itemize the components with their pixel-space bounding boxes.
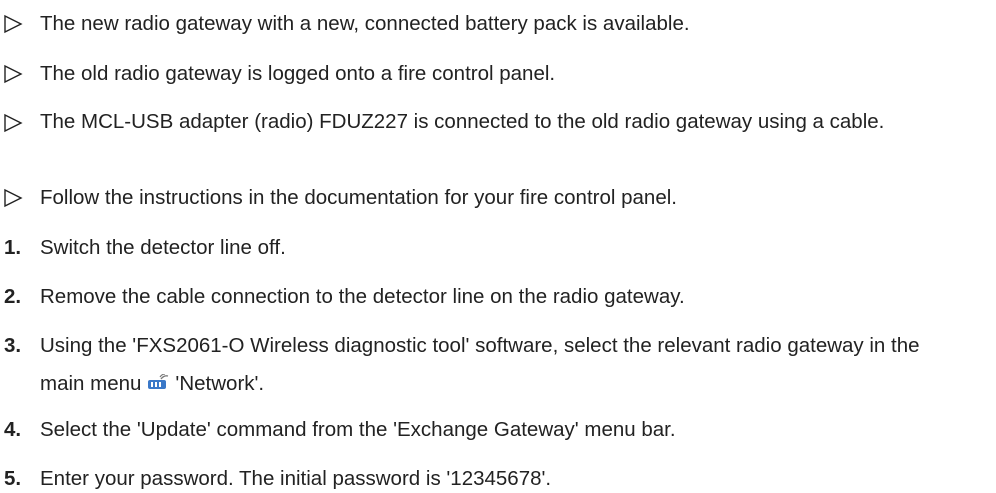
step-item: 4. Select the 'Update' command from the … <box>0 416 996 444</box>
step-number: 2. <box>4 285 22 308</box>
prerequisite-text: The old radio gateway is logged onto a f… <box>40 62 556 85</box>
step-item: 3. Using the 'FXS2061-O Wireless diagnos… <box>0 332 996 408</box>
prerequisite-item: The old radio gateway is logged onto a f… <box>0 60 996 88</box>
step-text: Select the 'Update' command from the 'Ex… <box>40 418 676 441</box>
step-item: 5. Enter your password. The initial pass… <box>0 465 996 493</box>
step-text-before: Using the 'FXS2061-O Wireless diagnostic… <box>40 334 920 395</box>
instruction-page: The new radio gateway with a new, connec… <box>0 0 996 493</box>
prerequisite-text: The new radio gateway with a new, connec… <box>40 12 690 35</box>
network-icon <box>147 367 169 389</box>
step-text-after: 'Network'. <box>175 372 265 395</box>
step-item: 2. Remove the cable connection to the de… <box>0 283 996 311</box>
prerequisite-text: Follow the instructions in the documenta… <box>40 186 677 209</box>
triangle-right-outline-icon <box>0 109 40 137</box>
step-number: 5. <box>4 467 22 490</box>
triangle-right-outline-icon <box>0 60 40 88</box>
prerequisite-item: Follow the instructions in the documenta… <box>0 184 996 212</box>
triangle-right-outline-icon <box>0 10 40 38</box>
step-number: 1. <box>4 236 22 259</box>
prerequisite-text: The MCL-USB adapter (radio) FDUZ227 is c… <box>40 110 885 133</box>
step-text: Remove the cable connection to the detec… <box>40 285 685 308</box>
prerequisite-item: The new radio gateway with a new, connec… <box>0 10 996 38</box>
step-text: Using the 'FXS2061-O Wireless diagnostic… <box>40 327 940 403</box>
triangle-right-outline-icon <box>0 184 40 212</box>
step-text: Switch the detector line off. <box>40 236 286 259</box>
step-item: 1. Switch the detector line off. <box>0 234 996 262</box>
step-number: 3. <box>4 334 22 357</box>
prerequisite-item: The MCL-USB adapter (radio) FDUZ227 is c… <box>0 109 996 165</box>
step-number: 4. <box>4 418 22 441</box>
step-text: Enter your password. The initial passwor… <box>40 467 552 490</box>
